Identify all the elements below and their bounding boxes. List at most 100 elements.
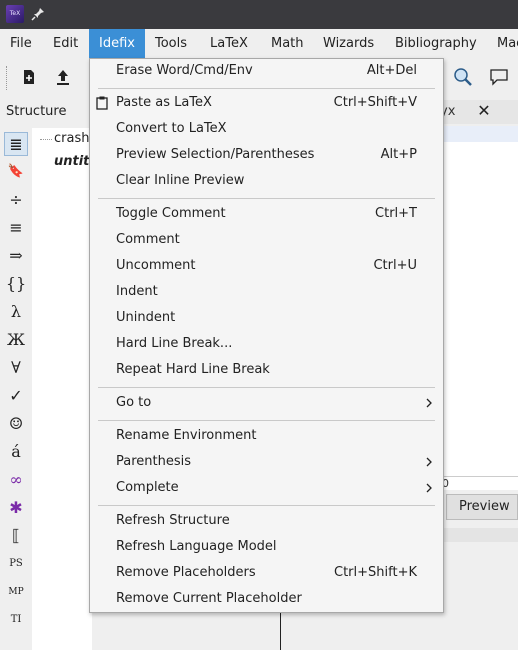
menu-item-label: Toggle Comment <box>116 206 226 221</box>
pin-icon[interactable] <box>30 6 46 22</box>
comment-icon[interactable] <box>488 66 510 88</box>
menu-item-label: Go to <box>116 395 152 410</box>
title-bar: TeX <box>0 0 518 29</box>
menu-item-shortcut: Ctrl+U <box>373 258 417 273</box>
menu-item-shortcut: Ctrl+T <box>375 206 417 221</box>
current-line-highlight <box>440 126 518 142</box>
editor-lower-bar <box>440 528 518 542</box>
menu-item-hard-line-break[interactable]: Hard Line Break... <box>90 332 443 358</box>
divider-line <box>280 612 281 650</box>
menu-item-label: Rename Environment <box>116 428 257 443</box>
menu-item-refresh-structure[interactable]: Refresh Structure <box>90 509 443 535</box>
menu-item-refresh-language-model[interactable]: Refresh Language Model <box>90 535 443 561</box>
bookmark-icon[interactable]: 🔖 <box>4 160 28 184</box>
structure-tree: crash untit <box>32 128 92 650</box>
chevron-right-icon <box>426 457 432 467</box>
cyrillic-icon[interactable]: Ж <box>4 328 28 352</box>
accent-icon[interactable]: á <box>4 440 28 464</box>
pstricks-icon[interactable]: PS <box>4 552 28 576</box>
menu-file[interactable]: File <box>0 29 42 58</box>
idefix-dropdown-menu: Erase Word/Cmd/Env Alt+Del Paste as LaTe… <box>89 58 444 613</box>
menu-item-parenthesis[interactable]: Parenthesis <box>90 450 443 476</box>
menu-item-convert-to-latex[interactable]: Convert to LaTeX <box>90 117 443 143</box>
menu-item-label: Indent <box>116 284 158 299</box>
menu-item-shortcut: Ctrl+Shift+K <box>334 565 417 580</box>
menu-item-label: Convert to LaTeX <box>116 121 227 136</box>
menu-item-rename-environment[interactable]: Rename Environment <box>90 424 443 450</box>
app-logo-icon: TeX <box>6 5 24 23</box>
menu-item-label: Clear Inline Preview <box>116 173 245 188</box>
menu-separator <box>98 505 435 506</box>
preview-button[interactable]: Preview <box>446 494 518 520</box>
clipboard-icon <box>96 96 108 110</box>
menu-item-label: Remove Placeholders <box>116 565 256 580</box>
divide-icon[interactable]: ÷ <box>4 188 28 212</box>
menu-separator <box>98 387 435 388</box>
toolbar-grip[interactable] <box>6 66 8 90</box>
menu-wizards[interactable]: Wizards <box>313 29 384 58</box>
lambda-icon[interactable]: λ <box>4 300 28 324</box>
menu-item-comment[interactable]: Comment <box>90 228 443 254</box>
menu-item-go-to[interactable]: Go to <box>90 391 443 417</box>
menu-item-label: Hard Line Break... <box>116 336 233 351</box>
menu-bibliography[interactable]: Bibliography <box>385 29 487 58</box>
menu-item-indent[interactable]: Indent <box>90 280 443 306</box>
asterisk-icon[interactable]: ✱ <box>4 496 28 520</box>
menu-item-label: Refresh Language Model <box>116 539 277 554</box>
menu-item-label: Remove Current Placeholder <box>116 591 302 606</box>
menu-item-paste-as-latex[interactable]: Paste as LaTeX Ctrl+Shift+V <box>90 91 443 117</box>
menu-edit[interactable]: Edit <box>43 29 88 58</box>
forall-icon[interactable]: ∀ <box>4 356 28 380</box>
menu-item-label: Paste as LaTeX <box>116 95 212 110</box>
menu-separator <box>98 88 435 89</box>
structure-view-icon[interactable]: ≣ <box>4 132 28 156</box>
menu-item-label: Comment <box>116 232 180 247</box>
menu-item-toggle-comment[interactable]: Toggle Comment Ctrl+T <box>90 202 443 228</box>
menu-separator <box>98 420 435 421</box>
structure-side-toolbar: ≣ 🔖 ÷ ≡ ⇒ {} λ Ж ∀ ✓ ☺ á ∞ ✱ ⟦ PS MP TI <box>0 128 32 650</box>
menu-item-label: Erase Word/Cmd/Env <box>116 63 253 78</box>
tree-item-untitled[interactable]: untit <box>54 154 89 169</box>
menu-item-preview-selection[interactable]: Preview Selection/Parentheses Alt+P <box>90 143 443 169</box>
menu-latex[interactable]: LaTeX <box>200 29 258 58</box>
menu-item-erase-word[interactable]: Erase Word/Cmd/Env Alt+Del <box>90 59 443 85</box>
close-icon[interactable]: ✕ <box>474 101 494 121</box>
chevron-right-icon <box>426 398 432 408</box>
equivalent-icon[interactable]: ≡ <box>4 216 28 240</box>
upload-icon[interactable] <box>52 66 74 88</box>
search-icon[interactable] <box>452 66 474 88</box>
menu-item-repeat-hard-line-break[interactable]: Repeat Hard Line Break <box>90 358 443 384</box>
menu-item-complete[interactable]: Complete <box>90 476 443 502</box>
menu-item-remove-current-placeholder[interactable]: Remove Current Placeholder <box>90 587 443 613</box>
menu-item-label: Preview Selection/Parentheses <box>116 147 315 162</box>
arrow-icon[interactable]: ⇒ <box>4 244 28 268</box>
new-file-icon[interactable] <box>18 66 40 88</box>
infinity-icon[interactable]: ∞ <box>4 468 28 492</box>
menu-item-clear-inline-preview[interactable]: Clear Inline Preview <box>90 169 443 195</box>
menu-idefix[interactable]: Idefix <box>89 29 145 58</box>
menu-item-label: Complete <box>116 480 179 495</box>
menu-math[interactable]: Math <box>261 29 314 58</box>
menu-item-unindent[interactable]: Unindent <box>90 306 443 332</box>
menu-separator <box>98 198 435 199</box>
menu-item-uncomment[interactable]: Uncomment Ctrl+U <box>90 254 443 280</box>
smiley-icon[interactable]: ☺ <box>4 412 28 436</box>
menu-item-remove-placeholders[interactable]: Remove Placeholders Ctrl+Shift+K <box>90 561 443 587</box>
structure-title: Structure <box>6 104 67 119</box>
tree-item-crash[interactable]: crash <box>54 131 89 146</box>
tikz-icon[interactable]: TI <box>4 608 28 632</box>
menu-item-label: Unindent <box>116 310 176 325</box>
bracket-icon[interactable]: ⟦ <box>4 524 28 548</box>
menu-item-label: Repeat Hard Line Break <box>116 362 270 377</box>
editor-area[interactable] <box>440 126 518 476</box>
metapost-icon[interactable]: MP <box>4 580 28 604</box>
braces-icon[interactable]: {} <box>4 272 28 296</box>
checkmark-icon[interactable]: ✓ <box>4 384 28 408</box>
menu-macros[interactable]: Mac <box>487 29 518 58</box>
menu-bar: File Edit Idefix Tools LaTeX Math Wizard… <box>0 29 518 58</box>
menu-item-shortcut: Alt+Del <box>366 63 417 78</box>
menu-item-label: Refresh Structure <box>116 513 230 528</box>
menu-tools[interactable]: Tools <box>145 29 197 58</box>
menu-item-shortcut: Ctrl+Shift+V <box>333 95 417 110</box>
chevron-right-icon <box>426 483 432 493</box>
